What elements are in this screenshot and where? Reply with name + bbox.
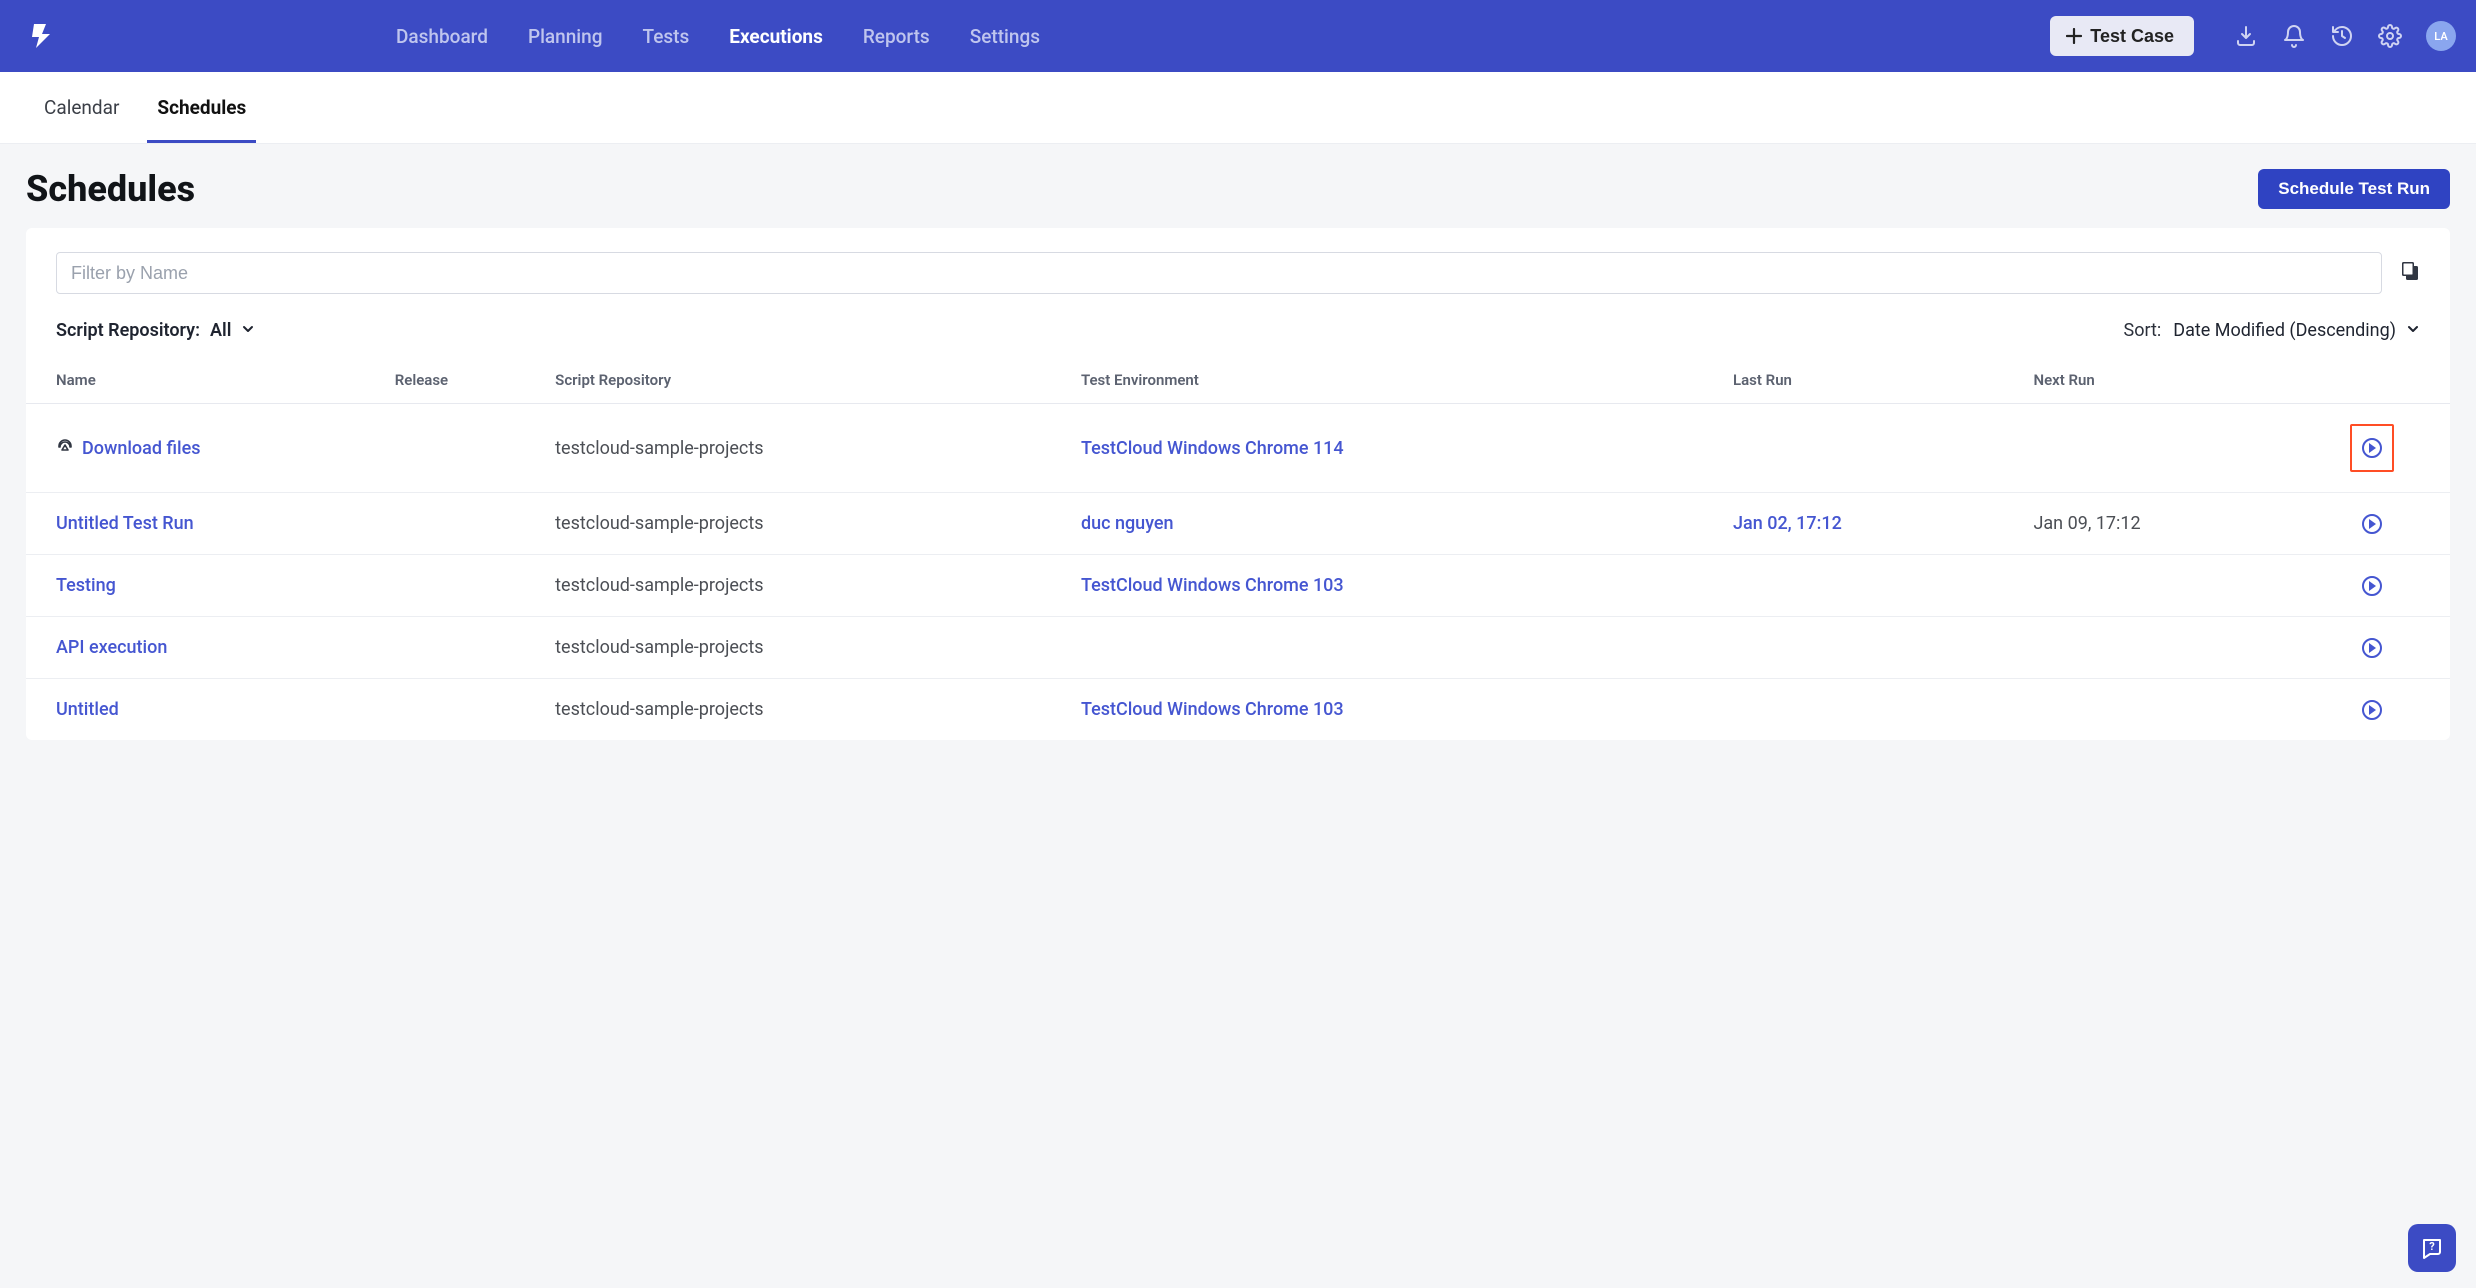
play-icon: [2362, 438, 2382, 458]
history-icon[interactable]: [2330, 24, 2354, 48]
play-icon: [2362, 638, 2382, 658]
nav-tests[interactable]: Tests: [643, 25, 690, 48]
release-cell: [395, 555, 555, 617]
copy-icon[interactable]: [2400, 260, 2420, 286]
schedule-name-link[interactable]: API execution: [56, 637, 167, 658]
help-icon: ?: [2419, 1235, 2445, 1261]
nav-settings[interactable]: Settings: [970, 25, 1040, 48]
release-cell: [395, 404, 555, 493]
controls-row: Script Repository: All Sort: Date Modifi…: [26, 294, 2450, 359]
run-button[interactable]: [2362, 700, 2382, 720]
th-name: Name: [26, 359, 395, 404]
table-row: Testing testcloud-sample-projectsTestClou…: [26, 555, 2450, 617]
tab-schedules[interactable]: Schedules: [157, 72, 246, 143]
environment-link[interactable]: TestCloud Windows Chrome 103: [1081, 699, 1344, 720]
script-repository-filter[interactable]: Script Repository: All: [56, 320, 255, 341]
th-last-run: Last Run: [1733, 359, 2033, 404]
bell-icon[interactable]: [2282, 24, 2306, 48]
next-run-cell: [2033, 679, 2323, 741]
repo-cell: testcloud-sample-projects: [555, 493, 1081, 555]
environment-link[interactable]: TestCloud Windows Chrome 114: [1081, 438, 1344, 459]
repo-cell: testcloud-sample-projects: [555, 404, 1081, 493]
environment-link[interactable]: duc nguyen: [1081, 513, 1174, 534]
th-release: Release: [395, 359, 555, 404]
run-button[interactable]: [2350, 424, 2394, 472]
table-row: Untitled Test Run testcloud-sample-projec…: [26, 493, 2450, 555]
plus-icon: [2066, 28, 2082, 44]
svg-text:?: ?: [2429, 1240, 2435, 1253]
nav-executions[interactable]: Executions: [729, 25, 823, 48]
repo-cell: testcloud-sample-projects: [555, 555, 1081, 617]
page-header: Schedules Schedule Test Run: [0, 144, 2476, 228]
filter-by-name-input[interactable]: [56, 252, 2382, 294]
sub-tabs: Calendar Schedules: [0, 72, 2476, 144]
repo-filter-label: Script Repository:: [56, 320, 200, 341]
avatar[interactable]: LA: [2426, 21, 2456, 51]
next-run-cell: Jan 09, 17:12: [2033, 493, 2323, 555]
release-cell: [395, 679, 555, 741]
play-icon: [2362, 514, 2382, 534]
play-icon: [2362, 576, 2382, 596]
run-button[interactable]: [2362, 576, 2382, 596]
create-test-case-button[interactable]: Test Case: [2050, 16, 2194, 56]
table-row: Download files testcloud-sample-projectsT…: [26, 404, 2450, 493]
tab-calendar[interactable]: Calendar: [44, 72, 119, 143]
sort-value: Date Modified (Descending): [2173, 320, 2396, 341]
table-row: Untitled testcloud-sample-projectsTestClo…: [26, 679, 2450, 741]
last-run-link[interactable]: Jan 02, 17:12: [1733, 513, 1842, 534]
release-cell: [395, 493, 555, 555]
sort-label: Sort:: [2124, 320, 2162, 341]
next-run-cell: [2033, 404, 2323, 493]
repo-filter-value: All: [210, 320, 231, 341]
nav-icon-group: LA: [2234, 21, 2456, 51]
chevron-down-icon: [241, 322, 255, 340]
play-icon: [2362, 700, 2382, 720]
top-nav: Dashboard Planning Tests Executions Repo…: [0, 0, 2476, 72]
next-run-cell: [2033, 617, 2323, 679]
nav-reports[interactable]: Reports: [863, 25, 930, 48]
create-test-case-label: Test Case: [2090, 26, 2174, 47]
filter-row: [26, 252, 2450, 294]
help-widget[interactable]: ?: [2408, 1224, 2456, 1272]
schedules-table: Name Release Script Repository Test Envi…: [26, 359, 2450, 740]
repo-cell: testcloud-sample-projects: [555, 617, 1081, 679]
table-row: API execution testcloud-sample-projects: [26, 617, 2450, 679]
next-run-cell: [2033, 555, 2323, 617]
schedules-card: Script Repository: All Sort: Date Modifi…: [26, 228, 2450, 740]
schedule-name-link[interactable]: Untitled: [56, 699, 119, 720]
th-run: [2324, 359, 2450, 404]
environment-link[interactable]: TestCloud Windows Chrome 103: [1081, 575, 1344, 596]
th-env: Test Environment: [1081, 359, 1733, 404]
run-button[interactable]: [2362, 638, 2382, 658]
nav-dashboard[interactable]: Dashboard: [396, 25, 488, 48]
schedule-name-link[interactable]: Testing: [56, 575, 116, 596]
nav-planning[interactable]: Planning: [528, 25, 603, 48]
repo-cell: testcloud-sample-projects: [555, 679, 1081, 741]
release-cell: [395, 617, 555, 679]
th-next-run: Next Run: [2033, 359, 2323, 404]
nav-links: Dashboard Planning Tests Executions Repo…: [396, 25, 1040, 48]
cloud-icon: [56, 437, 74, 460]
gear-icon[interactable]: [2378, 24, 2402, 48]
sort-control[interactable]: Sort: Date Modified (Descending): [2124, 320, 2420, 341]
download-icon[interactable]: [2234, 24, 2258, 48]
schedule-name-link[interactable]: Untitled Test Run: [56, 513, 194, 534]
table-header-row: Name Release Script Repository Test Envi…: [26, 359, 2450, 404]
th-repo: Script Repository: [555, 359, 1081, 404]
run-button[interactable]: [2362, 514, 2382, 534]
app-logo[interactable]: [28, 22, 56, 50]
schedule-name-link[interactable]: Download files: [82, 438, 200, 459]
page-title: Schedules: [26, 168, 195, 210]
schedule-test-run-button[interactable]: Schedule Test Run: [2258, 169, 2450, 209]
chevron-down-icon: [2406, 322, 2420, 340]
